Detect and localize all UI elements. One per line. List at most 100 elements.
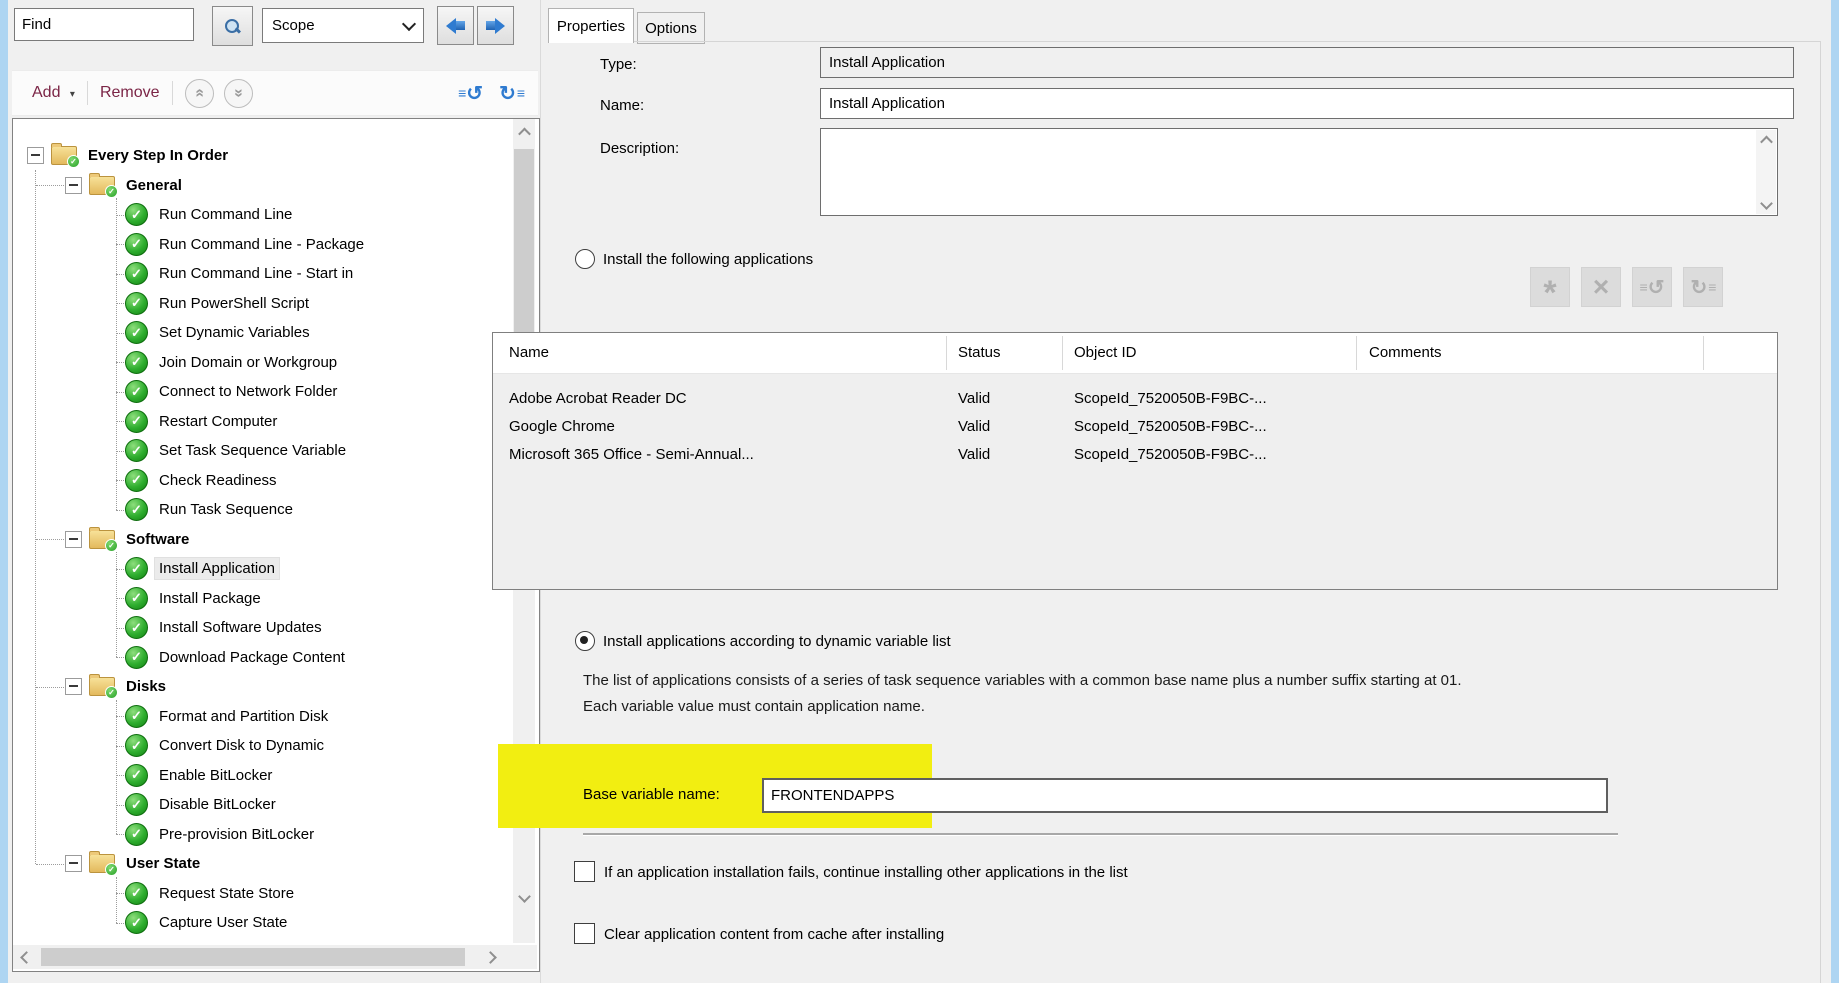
tree-connector (116, 877, 117, 923)
tree-item-request-state-store[interactable]: Request State Store (125, 879, 298, 908)
tree-connector (116, 657, 124, 658)
step-toolbar: Add ▾ Remove « « ≡ ↺ ↻ ≡ (12, 70, 538, 116)
tree-item-connect-to-network-folder[interactable]: Connect to Network Folder (125, 377, 341, 406)
back-button[interactable] (437, 6, 474, 45)
dynamic-note-line1: The list of applications consists of a s… (583, 672, 1462, 689)
move-step-up-button[interactable]: « (185, 79, 214, 108)
tree-item-join-domain-or-workgroup[interactable]: Join Domain or Workgroup (125, 348, 341, 377)
tree-item-label: Disks (122, 676, 170, 697)
tree-connector (116, 628, 124, 629)
tree-item-install-application[interactable]: Install Application (125, 554, 279, 583)
tree-hscroll-thumb[interactable] (41, 948, 465, 966)
delete-application-button[interactable]: × (1581, 267, 1621, 307)
remove-button[interactable]: Remove (100, 84, 160, 102)
tree-item-general[interactable]: General (65, 171, 186, 200)
renumber-up-button[interactable]: ≡ ↺ (458, 81, 483, 106)
expander-collapse-icon[interactable] (27, 147, 44, 164)
scope-select[interactable]: Scope (262, 8, 424, 43)
tree-connector (116, 333, 124, 334)
tree-item-pre-provision-bitlocker[interactable]: Pre-provision BitLocker (125, 820, 318, 849)
scope-select-value: Scope (272, 17, 315, 34)
description-textarea[interactable] (820, 128, 1778, 216)
step-success-icon (125, 262, 148, 285)
table-row[interactable]: Google ChromeValidScopeId_7520050B-F9BC-… (493, 413, 1777, 441)
tree-item-set-dynamic-variables[interactable]: Set Dynamic Variables (125, 318, 314, 347)
tree-item-format-and-partition-disk[interactable]: Format and Partition Disk (125, 702, 332, 731)
tree-item-set-task-sequence-variable[interactable]: Set Task Sequence Variable (125, 436, 350, 465)
table-cell: ScopeId_7520050B-F9BC-... (1074, 413, 1355, 441)
add-button[interactable]: Add ▾ (32, 84, 75, 102)
tree-item-run-command-line-start-in[interactable]: Run Command Line - Start in (125, 259, 357, 288)
step-success-icon (125, 705, 148, 728)
expander-collapse-icon[interactable] (65, 855, 82, 872)
tree-item-run-command-line[interactable]: Run Command Line (125, 200, 296, 229)
tree-item-convert-disk-to-dynamic[interactable]: Convert Disk to Dynamic (125, 731, 328, 760)
step-success-icon (125, 646, 148, 669)
scroll-right-button[interactable] (479, 946, 501, 968)
base-variable-input[interactable]: FRONTENDAPPS (762, 778, 1608, 813)
tree-connector (116, 362, 124, 363)
expander-collapse-icon[interactable] (65, 678, 82, 695)
tab-properties[interactable]: Properties (548, 8, 634, 43)
tree-item-label: User State (122, 853, 204, 874)
tree-item-disable-bitlocker[interactable]: Disable BitLocker (125, 790, 280, 819)
table-cell: Valid (958, 441, 1060, 469)
move-application-up-button[interactable]: ≡↺ (1632, 267, 1672, 307)
tree-item-label: Install Software Updates (155, 617, 326, 638)
dynamic-note-line2: Each variable value must contain applica… (583, 698, 925, 715)
tree-item-user-state[interactable]: User State (65, 849, 204, 878)
find-input[interactable]: Find (14, 8, 194, 41)
expander-collapse-icon[interactable] (65, 531, 82, 548)
tree-connector (116, 805, 124, 806)
tree-item-run-powershell-script[interactable]: Run PowerShell Script (125, 289, 313, 318)
step-success-icon (125, 233, 148, 256)
tab-options[interactable]: Options (637, 12, 705, 44)
move-step-down-button[interactable]: « (224, 79, 253, 108)
tree-item-install-software-updates[interactable]: Install Software Updates (125, 613, 326, 642)
column-header-object-id[interactable]: Object ID (1074, 333, 1137, 373)
column-header-name[interactable]: Name (509, 333, 549, 373)
search-button[interactable] (212, 6, 253, 46)
forward-button[interactable] (477, 6, 514, 45)
description-scrollbar[interactable] (1756, 130, 1776, 214)
checkbox-clear-cache[interactable] (574, 923, 595, 944)
tree-connector (35, 170, 36, 864)
table-cell: Valid (958, 413, 1060, 441)
tree-item-disks[interactable]: Disks (65, 672, 170, 701)
tree-item-install-package[interactable]: Install Package (125, 584, 265, 613)
toolbar-separator (87, 81, 88, 105)
tree-item-software[interactable]: Software (65, 525, 193, 554)
new-application-button[interactable]: * (1530, 267, 1570, 307)
radio-install-following-apps[interactable] (575, 249, 595, 269)
tree-connector (116, 700, 117, 835)
tree-item-download-package-content[interactable]: Download Package Content (125, 643, 349, 672)
tree-item-check-readiness[interactable]: Check Readiness (125, 466, 281, 495)
tree-item-restart-computer[interactable]: Restart Computer (125, 407, 281, 436)
table-cell (1369, 441, 1749, 469)
table-row[interactable]: Adobe Acrobat Reader DCValidScopeId_7520… (493, 385, 1777, 413)
checkbox-continue-on-fail[interactable] (574, 861, 595, 882)
tree-item-label: Install Package (155, 588, 265, 609)
expander-collapse-icon[interactable] (65, 177, 82, 194)
tree-item-every-step-in-order[interactable]: Every Step In Order (27, 141, 232, 170)
column-header-status[interactable]: Status (958, 333, 1001, 373)
tree-item-run-command-line-package[interactable]: Run Command Line - Package (125, 230, 368, 259)
scroll-up-button[interactable] (513, 121, 535, 143)
table-cell: ScopeId_7520050B-F9BC-... (1074, 385, 1355, 413)
tree-item-capture-user-state[interactable]: Capture User State (125, 908, 291, 937)
radio-dynamic-variable-list[interactable] (575, 631, 595, 651)
column-header-comments[interactable]: Comments (1369, 333, 1442, 373)
renumber-down-button[interactable]: ↻ ≡ (499, 81, 524, 106)
tree-item-enable-bitlocker[interactable]: Enable BitLocker (125, 761, 276, 790)
tree-item-run-task-sequence[interactable]: Run Task Sequence (125, 495, 297, 524)
table-row[interactable]: Microsoft 365 Office - Semi-Annual...Val… (493, 441, 1777, 469)
step-success-icon (125, 351, 148, 374)
move-application-down-button[interactable]: ↻≡ (1683, 267, 1723, 307)
name-field[interactable]: Install Application (820, 88, 1794, 119)
chevron-up-icon (1760, 136, 1773, 149)
table-cell: ScopeId_7520050B-F9BC-... (1074, 441, 1355, 469)
step-success-icon (125, 793, 148, 816)
tree-item-label: Download Package Content (155, 647, 349, 668)
scroll-down-button[interactable] (513, 887, 535, 909)
scroll-left-button[interactable] (15, 946, 37, 968)
